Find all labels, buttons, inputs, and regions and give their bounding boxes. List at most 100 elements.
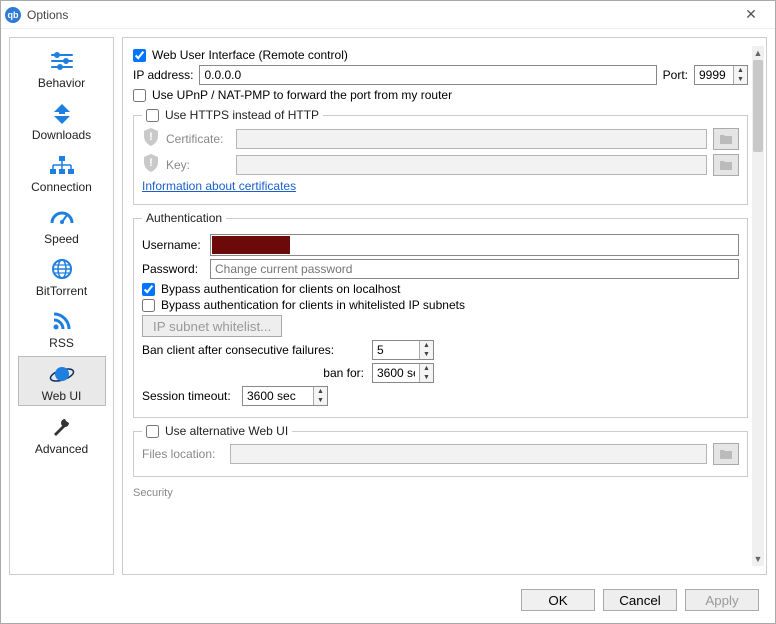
sidebar-item-speed[interactable]: Speed [18,200,106,248]
cancel-button[interactable]: Cancel [603,589,677,611]
security-header-cutoff: Security [133,487,748,499]
upnp-label: Use UPnP / NAT-PMP to forward the port f… [152,88,452,102]
rss-icon [47,308,77,334]
certificates-info-link[interactable]: Information about certificates [142,179,296,193]
auth-group: Authentication Username: Password: Bypas… [133,211,748,418]
key-browse-button [713,154,739,176]
port-input[interactable] [695,66,733,84]
ip-address-input[interactable] [199,65,656,85]
https-group: Use HTTPS instead of HTTP ! Certificate: [133,108,748,205]
app-icon: qb [5,7,21,23]
sidebar-item-downloads[interactable]: Downloads [18,96,106,144]
shield-icon: ! [142,153,160,176]
network-icon [47,152,77,178]
port-label: Port: [663,68,688,82]
bypass-localhost-label: Bypass authentication for clients on loc… [161,282,400,296]
svg-text:!: ! [149,131,153,143]
globe-icon [47,256,77,282]
sidebar-item-label: Behavior [38,76,85,90]
certificate-label: Certificate: [166,132,230,146]
https-check[interactable] [146,109,159,122]
sidebar-item-label: Advanced [35,442,88,456]
dialog-footer: OK Cancel Apply [1,583,775,623]
download-icon [47,100,77,126]
svg-text:!: ! [149,157,153,169]
body: Behavior Downloads Connection Speed [1,29,775,583]
ban-for-label: ban for: [142,366,366,380]
sidebar-item-label: Connection [31,180,92,194]
spin-down-icon[interactable]: ▼ [420,350,433,359]
altui-group: Use alternative Web UI Files location: [133,424,748,477]
sidebar-item-connection[interactable]: Connection [18,148,106,196]
ban-after-spinner[interactable]: ▲▼ [372,340,434,360]
sidebar-item-advanced[interactable]: Advanced [18,410,106,458]
files-location-browse-button [713,443,739,465]
sidebar-item-behavior[interactable]: Behavior [18,44,106,92]
sidebar: Behavior Downloads Connection Speed [9,37,114,575]
sidebar-item-bittorrent[interactable]: BitTorrent [18,252,106,300]
username-input[interactable] [212,236,290,254]
window-title: Options [27,8,731,22]
enable-webui-label: Web User Interface (Remote control) [152,48,348,62]
folder-icon [719,448,733,460]
https-checkbox[interactable]: Use HTTPS instead of HTTP [146,108,319,122]
password-input[interactable] [210,259,739,279]
close-icon[interactable]: ✕ [731,6,771,23]
altui-label: Use alternative Web UI [165,424,288,438]
password-label: Password: [142,262,204,276]
ban-for-input[interactable] [373,364,419,382]
apply-button: Apply [685,589,759,611]
files-location-input [230,444,707,464]
username-label: Username: [142,238,204,252]
shield-icon: ! [142,127,160,150]
port-spinner[interactable]: ▲▼ [694,65,748,85]
session-timeout-input[interactable] [243,387,313,405]
spin-down-icon[interactable]: ▼ [314,396,327,405]
options-window: qb Options ✕ Behavior Downloads [0,0,776,624]
ok-button[interactable]: OK [521,589,595,611]
session-timeout-spinner[interactable]: ▲▼ [242,386,328,406]
content-panel: Web User Interface (Remote control) IP a… [122,37,767,575]
spin-up-icon[interactable]: ▲ [420,341,433,350]
scroll-down-icon[interactable]: ▼ [752,552,764,566]
spin-up-icon[interactable]: ▲ [734,66,747,75]
planet-icon [47,361,77,387]
enable-webui-checkbox[interactable]: Web User Interface (Remote control) [133,48,748,62]
ban-for-spinner[interactable]: ▲▼ [372,363,434,383]
altui-check[interactable] [146,425,159,438]
scroll-up-icon[interactable]: ▲ [752,46,764,60]
sidebar-item-label: Downloads [32,128,91,142]
upnp-check[interactable] [133,89,146,102]
sidebar-item-label: Speed [44,232,79,246]
spin-down-icon[interactable]: ▼ [420,373,433,382]
bypass-localhost-check[interactable] [142,283,155,296]
key-label: Key: [166,158,230,172]
sidebar-item-webui[interactable]: Web UI [18,356,106,406]
sidebar-item-label: RSS [49,336,74,350]
bypass-localhost-checkbox[interactable]: Bypass authentication for clients on loc… [142,282,739,296]
session-timeout-label: Session timeout: [142,389,236,403]
upnp-checkbox[interactable]: Use UPnP / NAT-PMP to forward the port f… [133,88,748,102]
sidebar-item-label: Web UI [42,389,82,403]
titlebar: qb Options ✕ [1,1,775,29]
content-scrollbar[interactable]: ▲ ▼ [752,46,764,566]
gauge-icon [47,204,77,230]
ban-after-label: Ban client after consecutive failures: [142,343,366,357]
sliders-icon [47,48,77,74]
bypass-whitelist-checkbox[interactable]: Bypass authentication for clients in whi… [142,298,739,312]
spin-up-icon[interactable]: ▲ [420,364,433,373]
tools-icon [47,414,77,440]
spin-down-icon[interactable]: ▼ [734,75,747,84]
bypass-whitelist-check[interactable] [142,299,155,312]
ban-after-input[interactable] [373,341,419,359]
folder-icon [719,133,733,145]
spin-up-icon[interactable]: ▲ [314,387,327,396]
certificate-browse-button [713,128,739,150]
ip-address-label: IP address: [133,68,193,82]
sidebar-item-rss[interactable]: RSS [18,304,106,352]
auth-legend: Authentication [142,211,226,225]
scroll-thumb[interactable] [753,60,763,152]
altui-checkbox[interactable]: Use alternative Web UI [146,424,288,438]
ip-whitelist-button: IP subnet whitelist... [142,315,282,337]
enable-webui-check[interactable] [133,49,146,62]
